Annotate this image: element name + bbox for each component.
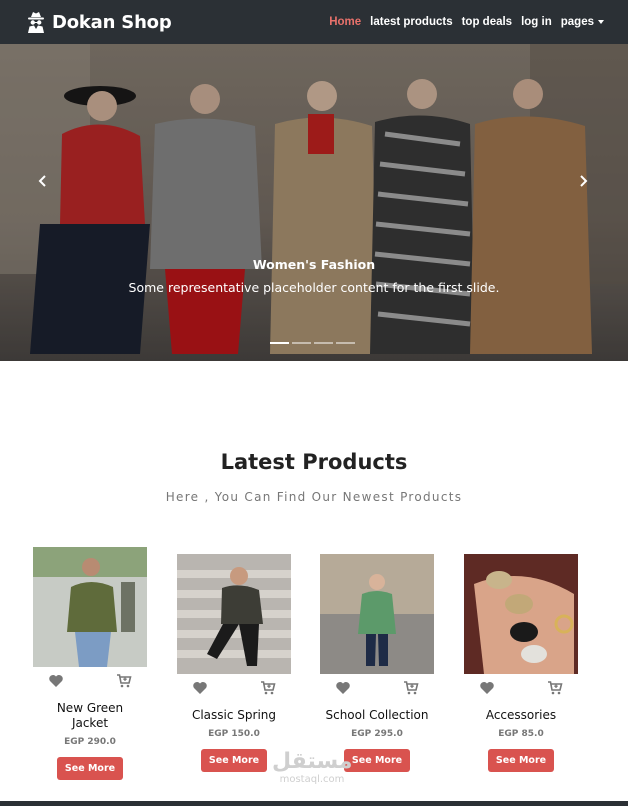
watermark-arabic: مستقل <box>272 749 353 774</box>
nav-dropdown-pages[interactable]: pages <box>561 16 604 28</box>
product-image[interactable] <box>177 554 291 674</box>
add-to-cart-icon[interactable] <box>260 680 276 696</box>
product-image[interactable] <box>320 554 434 674</box>
product-price: EGP 85.0 <box>498 729 544 739</box>
carousel-caption-title: Women's Fashion <box>252 257 376 272</box>
nav-link-home[interactable]: Home <box>329 16 361 28</box>
card-actions <box>317 680 437 696</box>
spy-icon <box>28 12 44 33</box>
product-price: EGP 295.0 <box>351 729 403 739</box>
carousel-indicator[interactable] <box>292 342 311 344</box>
heart-icon[interactable] <box>335 680 351 696</box>
product-name: New Green Jacket <box>56 701 124 730</box>
product-price: EGP 290.0 <box>64 737 116 747</box>
caret-down-icon <box>598 19 604 24</box>
watermark-latin: mostaql.com <box>279 774 345 785</box>
brand-name: Dokan Shop <box>52 11 172 33</box>
card-actions <box>30 673 150 689</box>
footer-bar <box>0 801 628 806</box>
product-card: New Green Jacket EGP 290.0 See More <box>30 547 150 780</box>
see-more-button[interactable]: See More <box>487 749 555 772</box>
carousel-indicator[interactable] <box>270 342 289 344</box>
heart-icon[interactable] <box>48 673 64 689</box>
carousel-overlay <box>0 44 628 361</box>
carousel-indicators <box>270 342 355 344</box>
add-to-cart-icon[interactable] <box>116 673 132 689</box>
carousel-next-icon[interactable] <box>576 174 590 188</box>
watermark: مستقل mostaql.com <box>272 749 353 786</box>
product-name: Accessories <box>485 708 557 722</box>
nav-link-top-deals[interactable]: top deals <box>462 16 512 28</box>
product-card: Accessories EGP 85.0 See More <box>461 554 581 772</box>
add-to-cart-icon[interactable] <box>547 680 563 696</box>
see-more-button[interactable]: See More <box>343 749 411 772</box>
brand[interactable]: Dokan Shop <box>26 11 172 33</box>
heart-icon[interactable] <box>479 680 495 696</box>
carousel-indicator[interactable] <box>336 342 355 344</box>
section-subtitle: Here , You Can Find Our Newest Products <box>165 490 463 504</box>
nav-links: Home latest products top deals log in pa… <box>329 16 604 28</box>
nav-link-log-in[interactable]: log in <box>521 16 552 28</box>
navbar: Dokan Shop Home latest products top deal… <box>0 0 628 44</box>
product-image[interactable] <box>33 547 147 667</box>
product-name: Classic Spring <box>191 708 277 722</box>
product-name: School Collection <box>325 708 429 722</box>
carousel-caption: Women's Fashion Some representative plac… <box>0 257 628 295</box>
product-image[interactable] <box>464 554 578 674</box>
see-more-button[interactable]: See More <box>200 749 268 772</box>
see-more-button[interactable]: See More <box>56 757 124 780</box>
product-price: EGP 150.0 <box>208 729 260 739</box>
add-to-cart-icon[interactable] <box>403 680 419 696</box>
section-title: Latest Products <box>220 450 408 474</box>
nav-link-pages-label: pages <box>560 16 594 28</box>
card-actions <box>174 680 294 696</box>
heart-icon[interactable] <box>192 680 208 696</box>
product-card: Classic Spring EGP 150.0 See More <box>174 554 294 772</box>
hero-carousel: Women's Fashion Some representative plac… <box>0 44 628 361</box>
carousel-prev-icon[interactable] <box>36 174 50 188</box>
nav-link-latest-products[interactable]: latest products <box>370 16 452 28</box>
carousel-caption-text: Some representative placeholder content … <box>128 280 500 295</box>
card-actions <box>461 680 581 696</box>
carousel-indicator[interactable] <box>314 342 333 344</box>
product-card: School Collection EGP 295.0 See More <box>317 554 437 772</box>
